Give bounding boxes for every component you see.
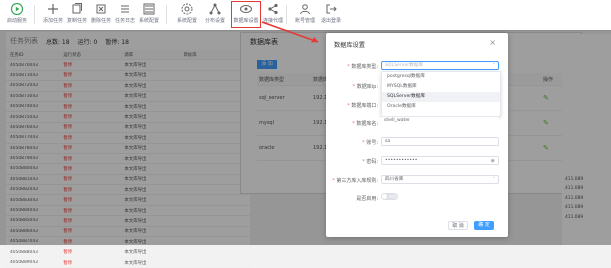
- eye-icon[interactable]: ◉: [491, 157, 495, 165]
- annotation-arrow-icon: [261, 21, 319, 43]
- db-type-placeholder: SQLServer数据库: [385, 63, 423, 68]
- dropdown-option[interactable]: MYSQL数据库: [382, 82, 500, 92]
- enabled-toggle[interactable]: 启用: [381, 193, 398, 200]
- db-name-value: shell_water: [384, 118, 411, 123]
- confirm-button[interactable]: 确 定: [474, 221, 494, 230]
- dropdown-option[interactable]: Oracle数据库: [382, 102, 500, 112]
- table-cell: 4050888043: [10, 249, 38, 255]
- chevron-up-icon: ˄: [492, 63, 496, 69]
- password-input[interactable]: •••••••••••• ◉: [381, 156, 499, 165]
- table-cell: 本文库导出: [124, 250, 147, 256]
- db-port-label: * 数据库端口:: [347, 103, 378, 109]
- table-cell: 4050889043: [10, 260, 38, 265]
- db-type-dropdown: postgresql数据库 MYSQL数据库 SQLServer数据库 Orac…: [381, 71, 501, 117]
- table-cell: 本文库导出: [124, 260, 147, 266]
- third-party-label: * 第三方库入库规则:: [332, 178, 378, 184]
- status-badge: 暂停: [63, 250, 73, 256]
- db-type-select[interactable]: SQLServer数据库 ˄: [381, 61, 499, 70]
- password-value: ••••••••••••: [385, 158, 418, 163]
- account-input[interactable]: sa: [381, 137, 499, 146]
- db-name-input[interactable]: shell_water: [381, 117, 499, 126]
- third-party-value: 四川省库: [385, 177, 404, 182]
- dropdown-option-selected[interactable]: SQLServer数据库: [382, 92, 500, 102]
- table-row[interactable]: 4050888043 暂停 本文库导出: [6, 247, 250, 258]
- toggle-knob: [382, 194, 387, 199]
- db-name-label: * 数据库名:: [352, 121, 378, 127]
- toggle-track: 启用: [381, 193, 398, 200]
- account-value: sa: [385, 139, 391, 144]
- dialog-title: 数据库设置: [334, 42, 365, 49]
- chevron-down-icon: ˅: [492, 177, 496, 183]
- enabled-label: 是否启用:: [356, 196, 378, 202]
- table-row[interactable]: 4050889043 暂停 本文库导出: [6, 258, 250, 268]
- db-ip-label: * 数据库ip:: [352, 84, 378, 90]
- cancel-button[interactable]: 取 消: [448, 221, 468, 230]
- dropdown-option[interactable]: postgresql数据库: [382, 72, 500, 82]
- toggle-text: 启用: [389, 194, 397, 199]
- account-label: * 账号:: [362, 140, 378, 146]
- status-badge: 暂停: [63, 260, 73, 266]
- db-type-label: * 数据库类型:: [347, 64, 378, 70]
- close-icon[interactable]: ×: [489, 38, 496, 47]
- password-label: * 密码:: [362, 159, 378, 165]
- third-party-select[interactable]: 四川省库 ˅: [381, 175, 499, 184]
- database-settings-dialog: 数据库设置 × * 数据库类型: SQLServer数据库 ˄ * 数据库ip:…: [326, 33, 508, 237]
